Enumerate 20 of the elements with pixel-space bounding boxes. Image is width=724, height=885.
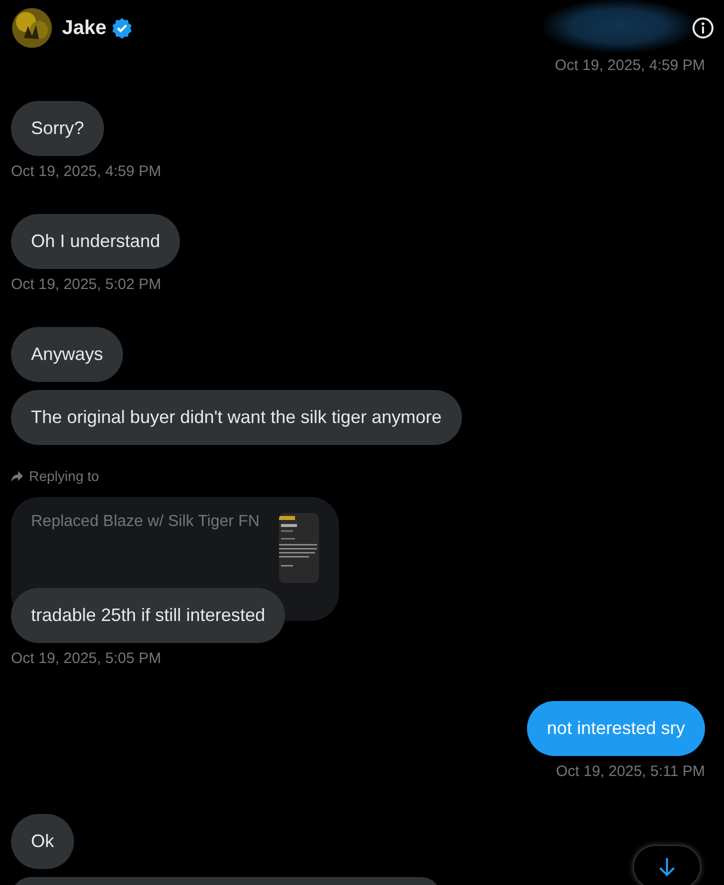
reply-arrow-icon: [11, 470, 23, 482]
contact-name[interactable]: Jake: [62, 16, 106, 40]
message-bubble: The original buyer didn't want the silk tiger anymore: [11, 390, 462, 445]
down-arrow-icon: [658, 857, 676, 877]
message-bubble: Anyways: [11, 327, 124, 382]
info-icon[interactable]: [692, 17, 714, 39]
message-bubble: not interested sry: [526, 701, 705, 756]
avatar[interactable]: [12, 8, 52, 48]
message-bubble: Ok: [11, 814, 74, 869]
scroll-down-button[interactable]: [633, 845, 701, 885]
message-timestamp: Oct 19, 2025, 5:11 PM: [556, 762, 705, 782]
message-bubble: Oh I understand: [11, 214, 180, 269]
message-timestamp: Oct 19, 2025, 5:02 PM: [11, 275, 162, 295]
message-bubble: tradable 25th if still interested: [11, 588, 286, 643]
message-timestamp: Oct 19, 2025, 5:05 PM: [11, 649, 162, 669]
message-timestamp: Oct 19, 2025, 4:59 PM: [554, 56, 705, 76]
quoted-message-text: Replaced Blaze w/ Silk Tiger FN: [31, 513, 260, 531]
message-bubble: Sorry?: [11, 101, 104, 156]
replying-to-label: Replying to: [29, 467, 100, 485]
message-timestamp: Oct 19, 2025, 4:59 PM: [11, 162, 162, 182]
